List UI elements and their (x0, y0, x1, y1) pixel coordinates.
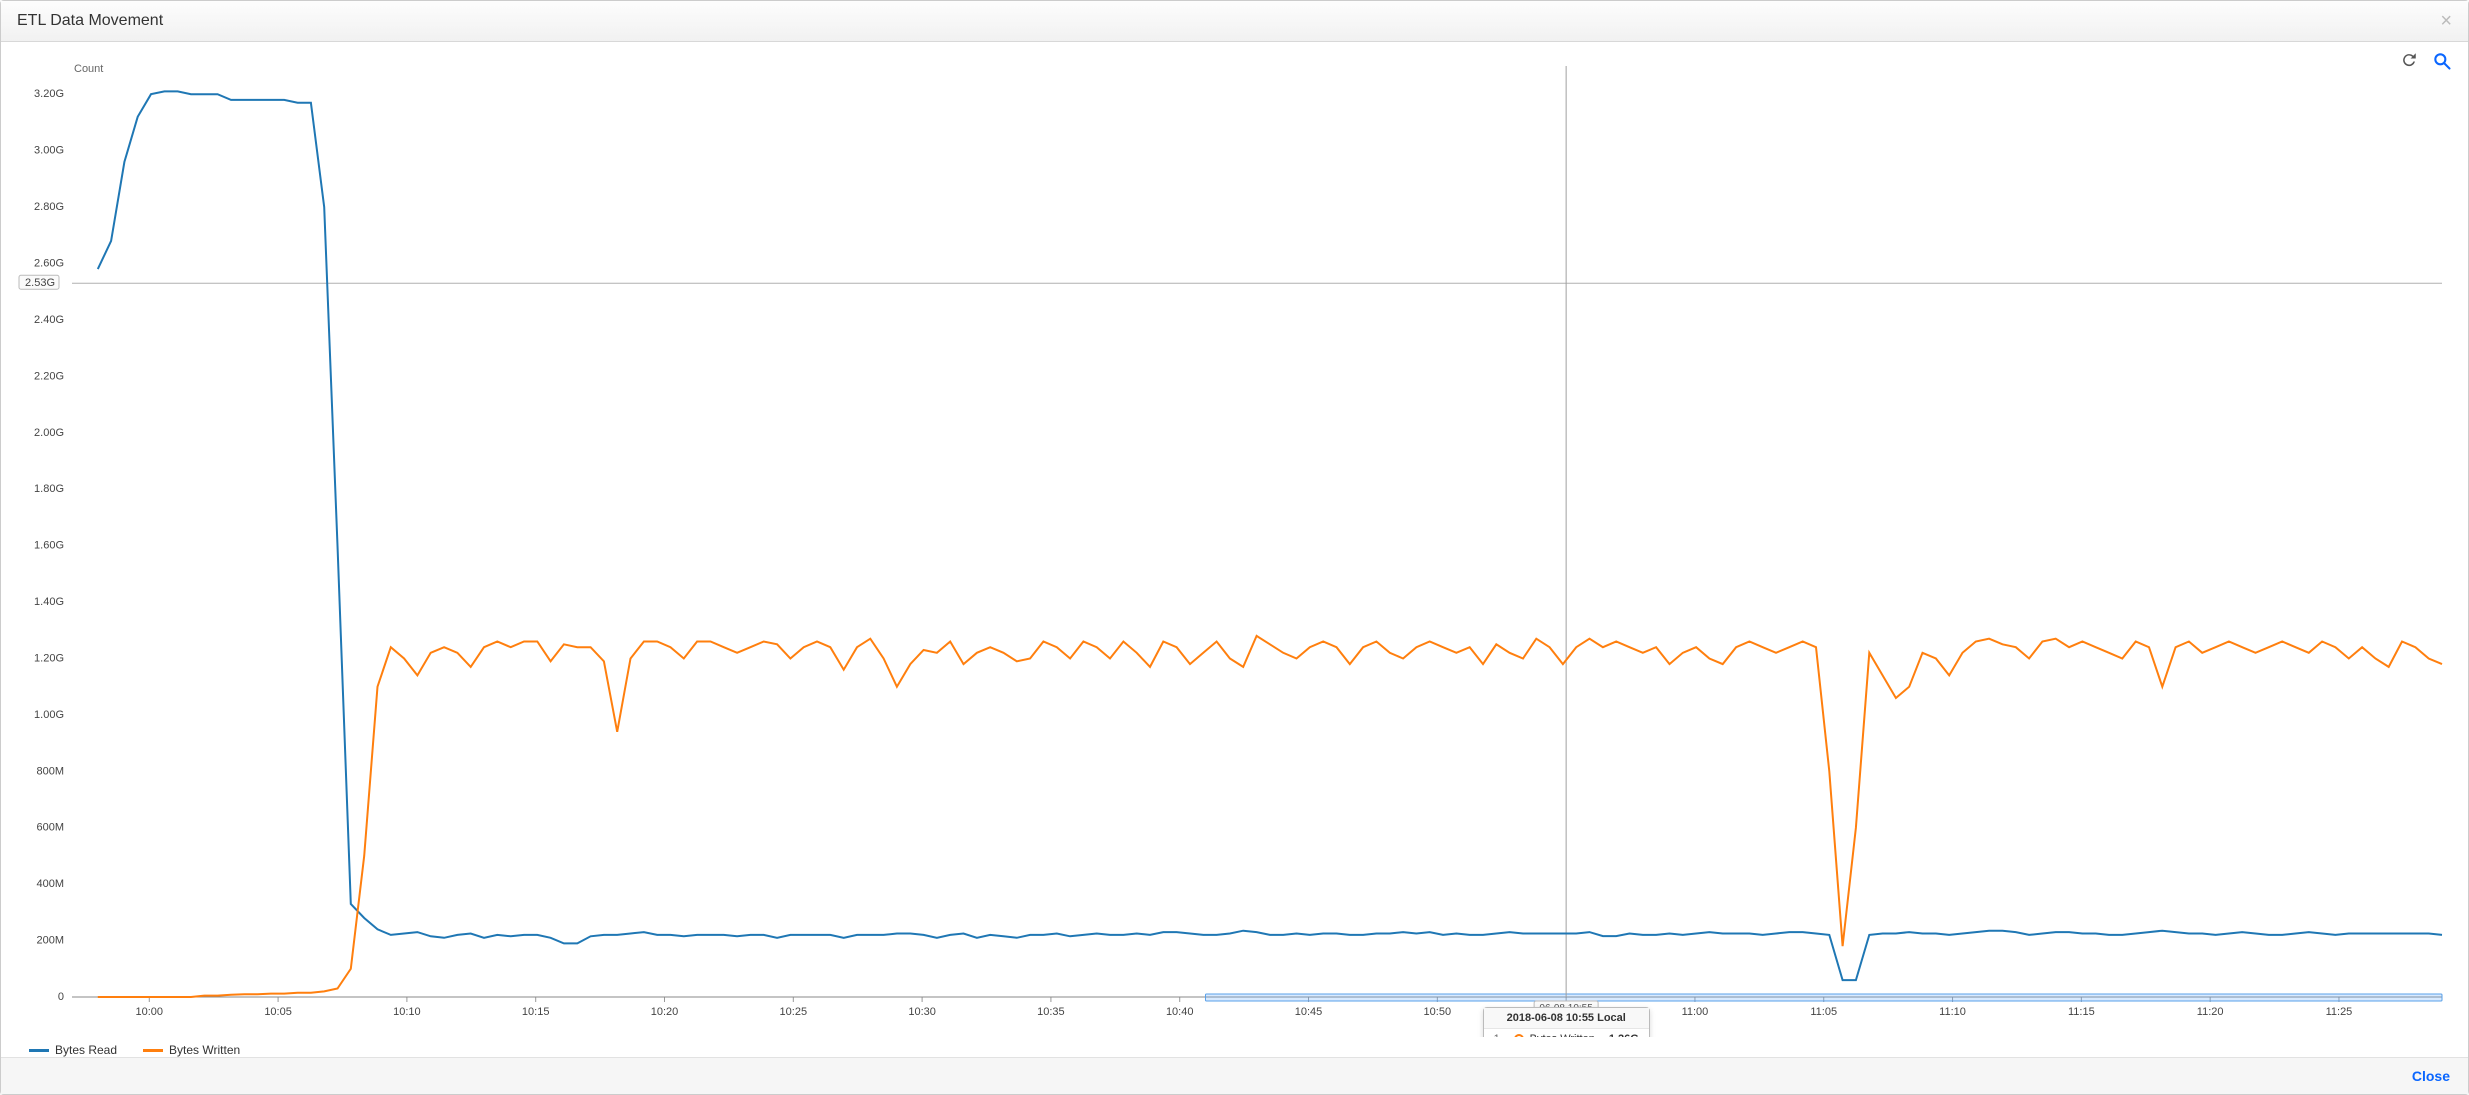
ring-icon (1514, 1034, 1524, 1037)
hover-tooltip: 2018-06-08 10:55 Local 1. Bytes Written … (1483, 1007, 1650, 1037)
svg-text:11:25: 11:25 (2326, 1006, 2353, 1018)
svg-text:2.40G: 2.40G (34, 314, 64, 326)
svg-text:10:35: 10:35 (1037, 1006, 1065, 1018)
chart-modal: ETL Data Movement × 2.53G 0 200M 400M 600M 80… (0, 0, 2469, 1095)
legend-item-written[interactable]: Bytes Written (143, 1043, 240, 1057)
tooltip-index: 1. (1494, 1033, 1508, 1037)
svg-text:3.20G: 3.20G (34, 88, 64, 100)
svg-text:2.00G: 2.00G (34, 427, 64, 439)
svg-text:600M: 600M (36, 822, 64, 834)
legend-item-read[interactable]: Bytes Read (29, 1043, 117, 1057)
svg-text:400M: 400M (36, 878, 64, 890)
svg-text:10:20: 10:20 (651, 1006, 679, 1018)
tooltip-header: 2018-06-08 10:55 Local (1484, 1008, 1649, 1029)
svg-text:11:00: 11:00 (1682, 1006, 1709, 1018)
legend-label-read: Bytes Read (55, 1043, 117, 1057)
svg-text:10:50: 10:50 (1424, 1006, 1452, 1018)
svg-text:11:15: 11:15 (2068, 1006, 2095, 1018)
svg-text:10:00: 10:00 (136, 1006, 164, 1018)
modal-header: ETL Data Movement × (1, 1, 2468, 42)
svg-text:1.40G: 1.40G (34, 596, 64, 608)
svg-text:10:25: 10:25 (780, 1006, 808, 1018)
svg-text:1.60G: 1.60G (34, 540, 64, 552)
legend-swatch-icon (29, 1049, 49, 1052)
svg-text:200M: 200M (36, 935, 64, 947)
svg-text:11:05: 11:05 (1810, 1006, 1837, 1018)
svg-text:2.53G: 2.53G (25, 277, 55, 289)
chart-toolbar (2400, 51, 2450, 69)
svg-text:3.00G: 3.00G (34, 145, 64, 157)
svg-text:1.20G: 1.20G (34, 652, 64, 664)
svg-text:2.80G: 2.80G (34, 201, 64, 213)
tooltip-row-written: 1. Bytes Written 1.26G (1484, 1029, 1649, 1037)
svg-text:11:10: 11:10 (1939, 1006, 1966, 1018)
svg-text:0: 0 (58, 991, 64, 1003)
close-icon[interactable]: × (2440, 11, 2452, 31)
refresh-icon[interactable] (2400, 51, 2418, 69)
legend-label-written: Bytes Written (169, 1043, 240, 1057)
svg-text:11:20: 11:20 (2197, 1006, 2224, 1018)
svg-text:10:15: 10:15 (522, 1006, 550, 1018)
tooltip-series-value: 1.26G (1609, 1033, 1639, 1037)
svg-text:10:30: 10:30 (908, 1006, 936, 1018)
line-chart[interactable]: 2.53G 0 200M 400M 600M 800M 1.00G 1.20G 1.40G 1.6… (17, 58, 2452, 1037)
legend-swatch-icon (143, 1049, 163, 1052)
svg-text:1.00G: 1.00G (34, 709, 64, 721)
zoom-icon[interactable] (2432, 51, 2450, 69)
chart-area[interactable]: 2.53G 0 200M 400M 600M 800M 1.00G 1.20G 1.40G 1.6… (1, 42, 2468, 1037)
svg-text:10:40: 10:40 (1166, 1006, 1194, 1018)
modal-footer: Close (1, 1057, 2468, 1094)
chart-legend: Bytes Read Bytes Written (1, 1037, 2468, 1057)
svg-text:2.60G: 2.60G (34, 257, 64, 269)
modal-title: ETL Data Movement (17, 12, 163, 30)
svg-text:2.20G: 2.20G (34, 370, 64, 382)
svg-text:1.80G: 1.80G (34, 483, 64, 495)
svg-text:Count: Count (74, 63, 103, 75)
svg-text:10:10: 10:10 (393, 1006, 421, 1018)
tooltip-series-label: Bytes Written (1530, 1033, 1595, 1037)
svg-text:10:45: 10:45 (1295, 1006, 1323, 1018)
svg-text:800M: 800M (36, 765, 64, 777)
svg-text:10:05: 10:05 (264, 1006, 292, 1018)
close-button[interactable]: Close (2412, 1068, 2450, 1084)
